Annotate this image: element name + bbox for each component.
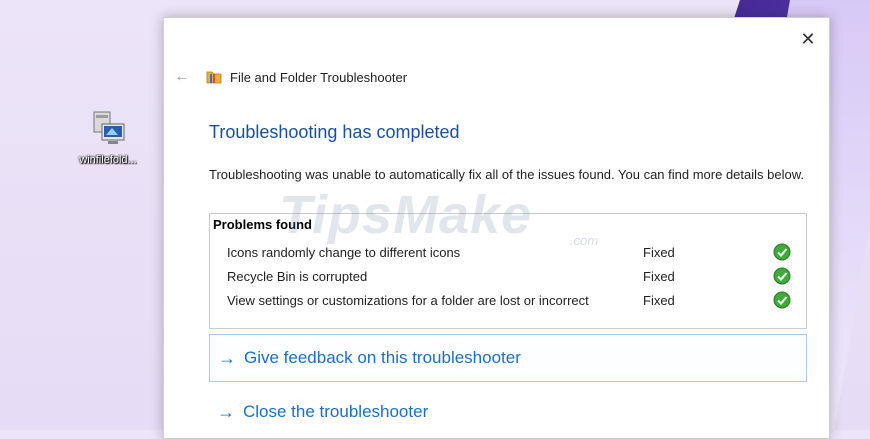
problem-row: Recycle Bin is corrupted Fixed	[227, 266, 797, 286]
problem-label: Icons randomly change to different icons	[227, 244, 461, 260]
check-icon	[773, 243, 791, 261]
arrow-right-icon: →	[218, 347, 236, 368]
problems-header: Problems found	[213, 217, 312, 232]
problem-label: View settings or customizations for a fo…	[227, 292, 589, 308]
desktop-icon-troubleshooter[interactable]: winfilefold...	[66, 108, 150, 166]
close-icon[interactable]: ✕	[799, 30, 817, 48]
give-feedback-link[interactable]: → Give feedback on this troubleshooter	[209, 334, 807, 382]
problem-row: View settings or customizations for a fo…	[227, 290, 797, 310]
close-troubleshooter-label: Close the troubleshooter	[243, 402, 429, 421]
troubleshooter-dialog: ✕ ← File and Folder Troubleshooter Troub…	[163, 17, 830, 439]
give-feedback-label: Give feedback on this troubleshooter	[244, 348, 521, 367]
problem-status: Fixed	[643, 268, 675, 284]
arrow-right-icon: →	[217, 401, 235, 422]
back-arrow-icon[interactable]: ←	[174, 68, 192, 86]
check-icon	[773, 267, 791, 285]
dialog-title: File and Folder Troubleshooter	[230, 69, 408, 85]
check-icon	[773, 291, 791, 309]
folder-icon	[206, 70, 222, 84]
problem-status: Fixed	[643, 244, 675, 260]
desktop-icon-label: winfilefold...	[79, 154, 137, 166]
description-text: Troubleshooting was unable to automatica…	[209, 167, 804, 182]
problem-status: Fixed	[643, 292, 675, 308]
page-heading: Troubleshooting has completed	[209, 122, 460, 142]
problem-row: Icons randomly change to different icons…	[227, 242, 797, 262]
problems-found-panel: Problems found Icons randomly change to …	[209, 213, 807, 329]
troubleshooter-file-icon	[88, 108, 128, 150]
dialog-titlebar: ← File and Folder Troubleshooter	[174, 67, 407, 87]
problem-label: Recycle Bin is corrupted	[227, 268, 368, 284]
close-troubleshooter-link[interactable]: → Close the troubleshooter	[209, 396, 805, 428]
